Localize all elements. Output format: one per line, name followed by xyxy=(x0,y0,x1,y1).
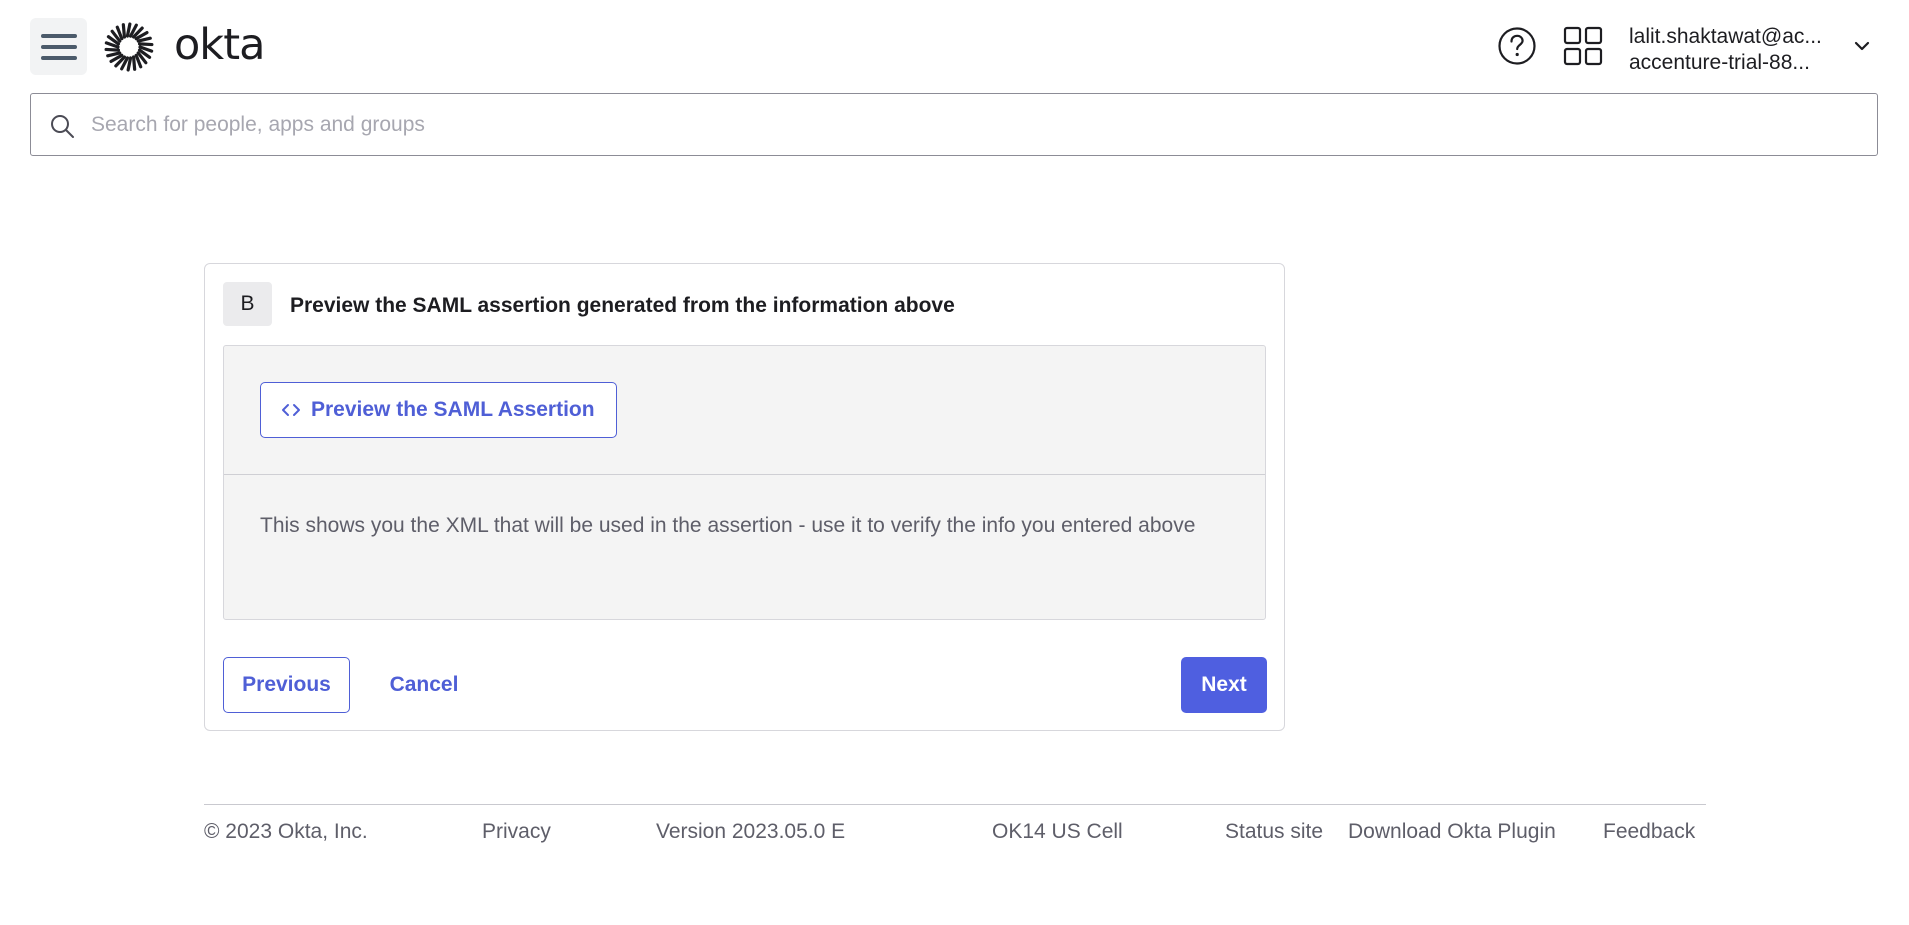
panel-divider xyxy=(224,474,1265,475)
cancel-button[interactable]: Cancel xyxy=(375,657,473,713)
footer-version: Version 2023.05.0 E xyxy=(656,820,846,843)
step-badge: B xyxy=(223,282,272,326)
search-icon xyxy=(51,115,74,138)
next-button[interactable]: Next xyxy=(1181,657,1267,713)
app-grid-icon[interactable] xyxy=(1563,26,1603,66)
code-icon xyxy=(282,404,300,416)
hamburger-menu-icon-bar xyxy=(40,44,77,49)
user-org-name: accenture-trial-88... xyxy=(1629,51,1810,74)
preview-button-label: Preview the SAML Assertion xyxy=(311,398,595,421)
okta-logo[interactable]: okta xyxy=(104,19,265,72)
previous-button[interactable]: Previous xyxy=(223,657,350,713)
saml-preview-card: B Preview the SAML assertion generated f… xyxy=(204,263,1285,731)
footer-copyright: © 2023 Okta, Inc. xyxy=(204,820,368,843)
hamburger-menu-icon xyxy=(40,33,77,38)
step-title: Preview the SAML assertion generated fro… xyxy=(290,294,955,317)
global-search[interactable] xyxy=(30,93,1878,156)
preview-saml-assertion-button[interactable]: Preview the SAML Assertion xyxy=(260,382,617,438)
main-menu-button[interactable] xyxy=(30,18,87,75)
chevron-down-icon xyxy=(1854,41,1870,51)
footer-divider xyxy=(204,804,1706,805)
footer-status-site-link[interactable]: Status site xyxy=(1225,820,1323,844)
preview-panel: Preview the SAML Assertion This shows yo… xyxy=(223,345,1266,620)
footer-cell: OK14 US Cell xyxy=(992,820,1123,843)
footer-download-plugin-link[interactable]: Download Okta Plugin xyxy=(1348,820,1556,844)
hamburger-menu-icon-bar xyxy=(40,55,77,60)
user-email: lalit.shaktawat@ac... xyxy=(1629,25,1822,48)
user-account-menu[interactable]: lalit.shaktawat@ac... accenture-trial-88… xyxy=(1629,22,1879,76)
okta-sunburst-icon xyxy=(104,22,154,72)
footer-feedback-link[interactable]: Feedback xyxy=(1603,820,1695,844)
search-input[interactable] xyxy=(91,94,1851,155)
okta-wordmark: okta xyxy=(174,19,265,70)
preview-description: This shows you the XML that will be used… xyxy=(260,514,1196,537)
footer-privacy-link[interactable]: Privacy xyxy=(482,820,551,844)
help-circle-icon[interactable] xyxy=(1497,26,1537,66)
